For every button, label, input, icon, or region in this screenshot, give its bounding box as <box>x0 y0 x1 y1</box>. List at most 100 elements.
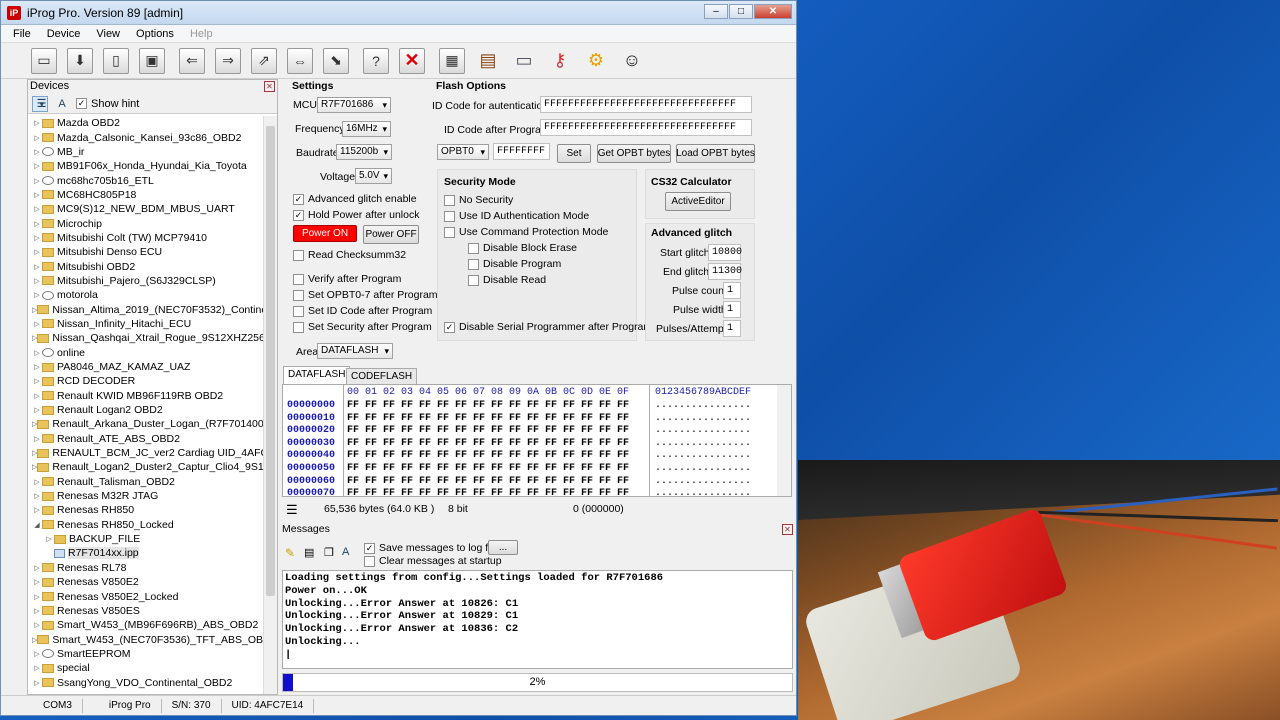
set-id-checkbox[interactable] <box>293 305 304 317</box>
browse-log-button[interactable]: ... <box>488 540 518 555</box>
tree-item[interactable]: ▷RENAULT_BCM_JC_ver2 Cardiag UID_4AFC7E1… <box>28 446 263 460</box>
save-icon[interactable]: ⬇ <box>67 47 93 74</box>
expand-arrow-icon[interactable]: ▷ <box>32 492 42 500</box>
menu-file[interactable]: File <box>5 28 39 40</box>
expand-arrow-icon[interactable]: ▷ <box>32 191 42 199</box>
tree-item[interactable]: ▷ Renault KWID MB96F119RB OBD2 <box>28 389 263 403</box>
tab-dataflash[interactable]: DATAFLASH <box>283 366 351 385</box>
tree-item[interactable]: ▷ RCD DECODER <box>28 374 263 388</box>
no-security-checkbox[interactable] <box>444 194 455 206</box>
tree-item[interactable]: ▷ Renesas RH850 <box>28 503 263 517</box>
set-opbt-checkbox[interactable] <box>293 289 304 301</box>
read-icon[interactable]: ⇐ <box>179 47 205 74</box>
tree-item[interactable]: ▷ Mitsubishi Colt (TW) MCP79410 <box>28 231 263 245</box>
tree-item[interactable]: ▷ Renesas M32R JTAG <box>28 489 263 503</box>
tree-item[interactable]: ▷ online <box>28 346 263 360</box>
font-icon[interactable]: A <box>54 96 70 112</box>
expand-arrow-icon[interactable]: ▷ <box>32 506 42 514</box>
monitor-icon[interactable]: ▭ <box>511 48 537 74</box>
tree-item[interactable]: ◢ Renesas RH850_Locked <box>28 518 263 532</box>
engine-icon[interactable]: ⚙ <box>583 48 609 74</box>
opbt-select[interactable]: OPBT0 <box>437 144 489 160</box>
hex-editor[interactable]: 00 01 02 03 04 05 06 07 08 09 0A 0B 0C 0… <box>282 384 792 497</box>
clear-icon[interactable]: ✎ <box>285 546 295 560</box>
tree-scrollbar[interactable] <box>263 116 277 694</box>
write-icon[interactable]: ⇒ <box>215 47 241 74</box>
expand-arrow-icon[interactable]: ▷ <box>32 234 42 242</box>
key-car-icon[interactable]: ⚷ <box>547 48 573 74</box>
tree-item[interactable]: ▷ Renault_Logan2_Duster2_Captur_Clio4_9S1… <box>28 460 263 474</box>
use-cmd-prot-checkbox[interactable] <box>444 226 455 238</box>
pulse-count-input[interactable]: 1 <box>723 282 741 299</box>
save-icon-msg[interactable]: ▤ <box>304 546 314 559</box>
tree-item[interactable]: ▷Nissan_Qashqai_Xtrail_Rogue_9S12XHZ256_… <box>28 331 263 345</box>
active-editor-button[interactable]: ActiveEditor <box>665 192 731 211</box>
read-checksum-checkbox[interactable] <box>293 249 304 261</box>
open-folder-icon[interactable]: ▭ <box>31 47 57 74</box>
menu-lines-icon[interactable]: ☰ <box>286 502 298 518</box>
disable-serial-checkbox[interactable]: ✓ <box>444 321 455 333</box>
tree-item[interactable]: ▷ Renesas V850ES <box>28 604 263 618</box>
expand-arrow-icon[interactable]: ▷ <box>32 220 42 228</box>
save-log-checkbox[interactable]: ✓ <box>364 542 375 554</box>
expand-arrow-icon[interactable]: ▷ <box>32 621 42 629</box>
expand-arrow-icon[interactable]: ▷ <box>44 535 54 543</box>
hex-scrollbar[interactable] <box>777 385 791 496</box>
disable-read-checkbox[interactable] <box>468 274 479 286</box>
set-button[interactable]: Set <box>557 144 591 163</box>
expanded-arrow-icon[interactable]: ◢ <box>32 521 42 529</box>
expand-arrow-icon[interactable]: ▷ <box>32 148 42 156</box>
tree-item[interactable]: ▷ Renault_ATE_ABS_OBD2 <box>28 432 263 446</box>
tree-item[interactable]: ▷ Mitsubishi OBD2 <box>28 259 263 273</box>
power-on-button[interactable]: Power ON <box>293 225 357 242</box>
disable-program-checkbox[interactable] <box>468 258 479 270</box>
tree-item[interactable]: ▷ MB91F06x_Honda_Hyundai_Kia_Toyota <box>28 159 263 173</box>
tree-view-icon[interactable]: ☰ <box>32 95 48 112</box>
tree-item[interactable]: ▷ Mitsubishi_Pajero_(S6J329CLSP) <box>28 274 263 288</box>
power-off-button[interactable]: Power OFF <box>363 225 419 244</box>
message-log[interactable]: Loading settings from config...Settings … <box>282 570 793 669</box>
tree-item[interactable]: ▷ Renesas RL78 <box>28 561 263 575</box>
expand-arrow-icon[interactable]: ▷ <box>32 277 42 285</box>
load-opbt-button[interactable]: Load OPBT bytes <box>676 144 755 163</box>
tree-item[interactable]: ▷ Mitsubishi Denso ECU <box>28 245 263 259</box>
clear-startup-checkbox[interactable] <box>364 555 375 567</box>
area-select[interactable]: DATAFLASH <box>317 343 393 359</box>
title-bar[interactable]: iP iProg Pro. Version 89 [admin] – □ ✕ <box>1 1 796 25</box>
expand-arrow-icon[interactable]: ▷ <box>32 134 42 142</box>
tree-item[interactable]: ▷ PA8046_MAZ_KAMAZ_UAZ <box>28 360 263 374</box>
hold-power-checkbox[interactable]: ✓ <box>293 209 304 221</box>
tree-item[interactable]: ▷Renault_Arkana_Duster_Logan_(R7F701400)… <box>28 417 263 431</box>
expand-arrow-icon[interactable]: ▷ <box>32 564 42 572</box>
disable-block-erase-checkbox[interactable] <box>468 242 479 254</box>
tree-item[interactable]: ▷ SsangYong_VDO_Continental_OBD2 <box>28 675 263 689</box>
menu-help[interactable]: Help <box>182 28 221 40</box>
menu-device[interactable]: Device <box>39 28 89 40</box>
calculator-icon[interactable]: ▦ <box>439 47 465 74</box>
tree-item[interactable]: ▷ Renesas V850E2_Locked <box>28 589 263 603</box>
expand-arrow-icon[interactable]: ▷ <box>32 478 42 486</box>
stop-icon[interactable]: ✕ <box>399 47 425 74</box>
tree-item[interactable]: ▷ Renault Logan2 OBD2 <box>28 403 263 417</box>
help-icon[interactable]: ? <box>363 47 389 74</box>
menu-options[interactable]: Options <box>128 28 182 40</box>
baudrate-select[interactable]: 115200b <box>336 144 392 160</box>
expand-arrow-icon[interactable]: ▷ <box>32 435 42 443</box>
tree-item[interactable]: ▷ SmartEEPROM <box>28 647 263 661</box>
expand-arrow-icon[interactable]: ▷ <box>32 248 42 256</box>
voltage-select[interactable]: 5.0V <box>355 168 392 184</box>
expand-arrow-icon[interactable]: ▷ <box>32 578 42 586</box>
verify-checkbox[interactable] <box>293 273 304 285</box>
expand-arrow-icon[interactable]: ▷ <box>32 205 42 213</box>
new-file-icon[interactable]: ▯ <box>103 47 129 74</box>
chip-icon[interactable]: ▣ <box>139 47 165 74</box>
expand-arrow-icon[interactable]: ▷ <box>32 363 42 371</box>
tree-item[interactable]: ▷ MB_ir <box>28 145 263 159</box>
expand-arrow-icon[interactable]: ▷ <box>32 119 42 127</box>
book-icon[interactable]: ▤ <box>475 48 501 74</box>
tree-item[interactable]: ▷Nissan_Altima_2019_(NEC70F3532)_Contine… <box>28 302 263 316</box>
menu-view[interactable]: View <box>88 28 128 40</box>
expand-arrow-icon[interactable]: ▷ <box>32 406 42 414</box>
expand-arrow-icon[interactable]: ▷ <box>32 162 42 170</box>
id-auth-input[interactable]: FFFFFFFFFFFFFFFFFFFFFFFFFFFFFFFF <box>540 96 752 113</box>
